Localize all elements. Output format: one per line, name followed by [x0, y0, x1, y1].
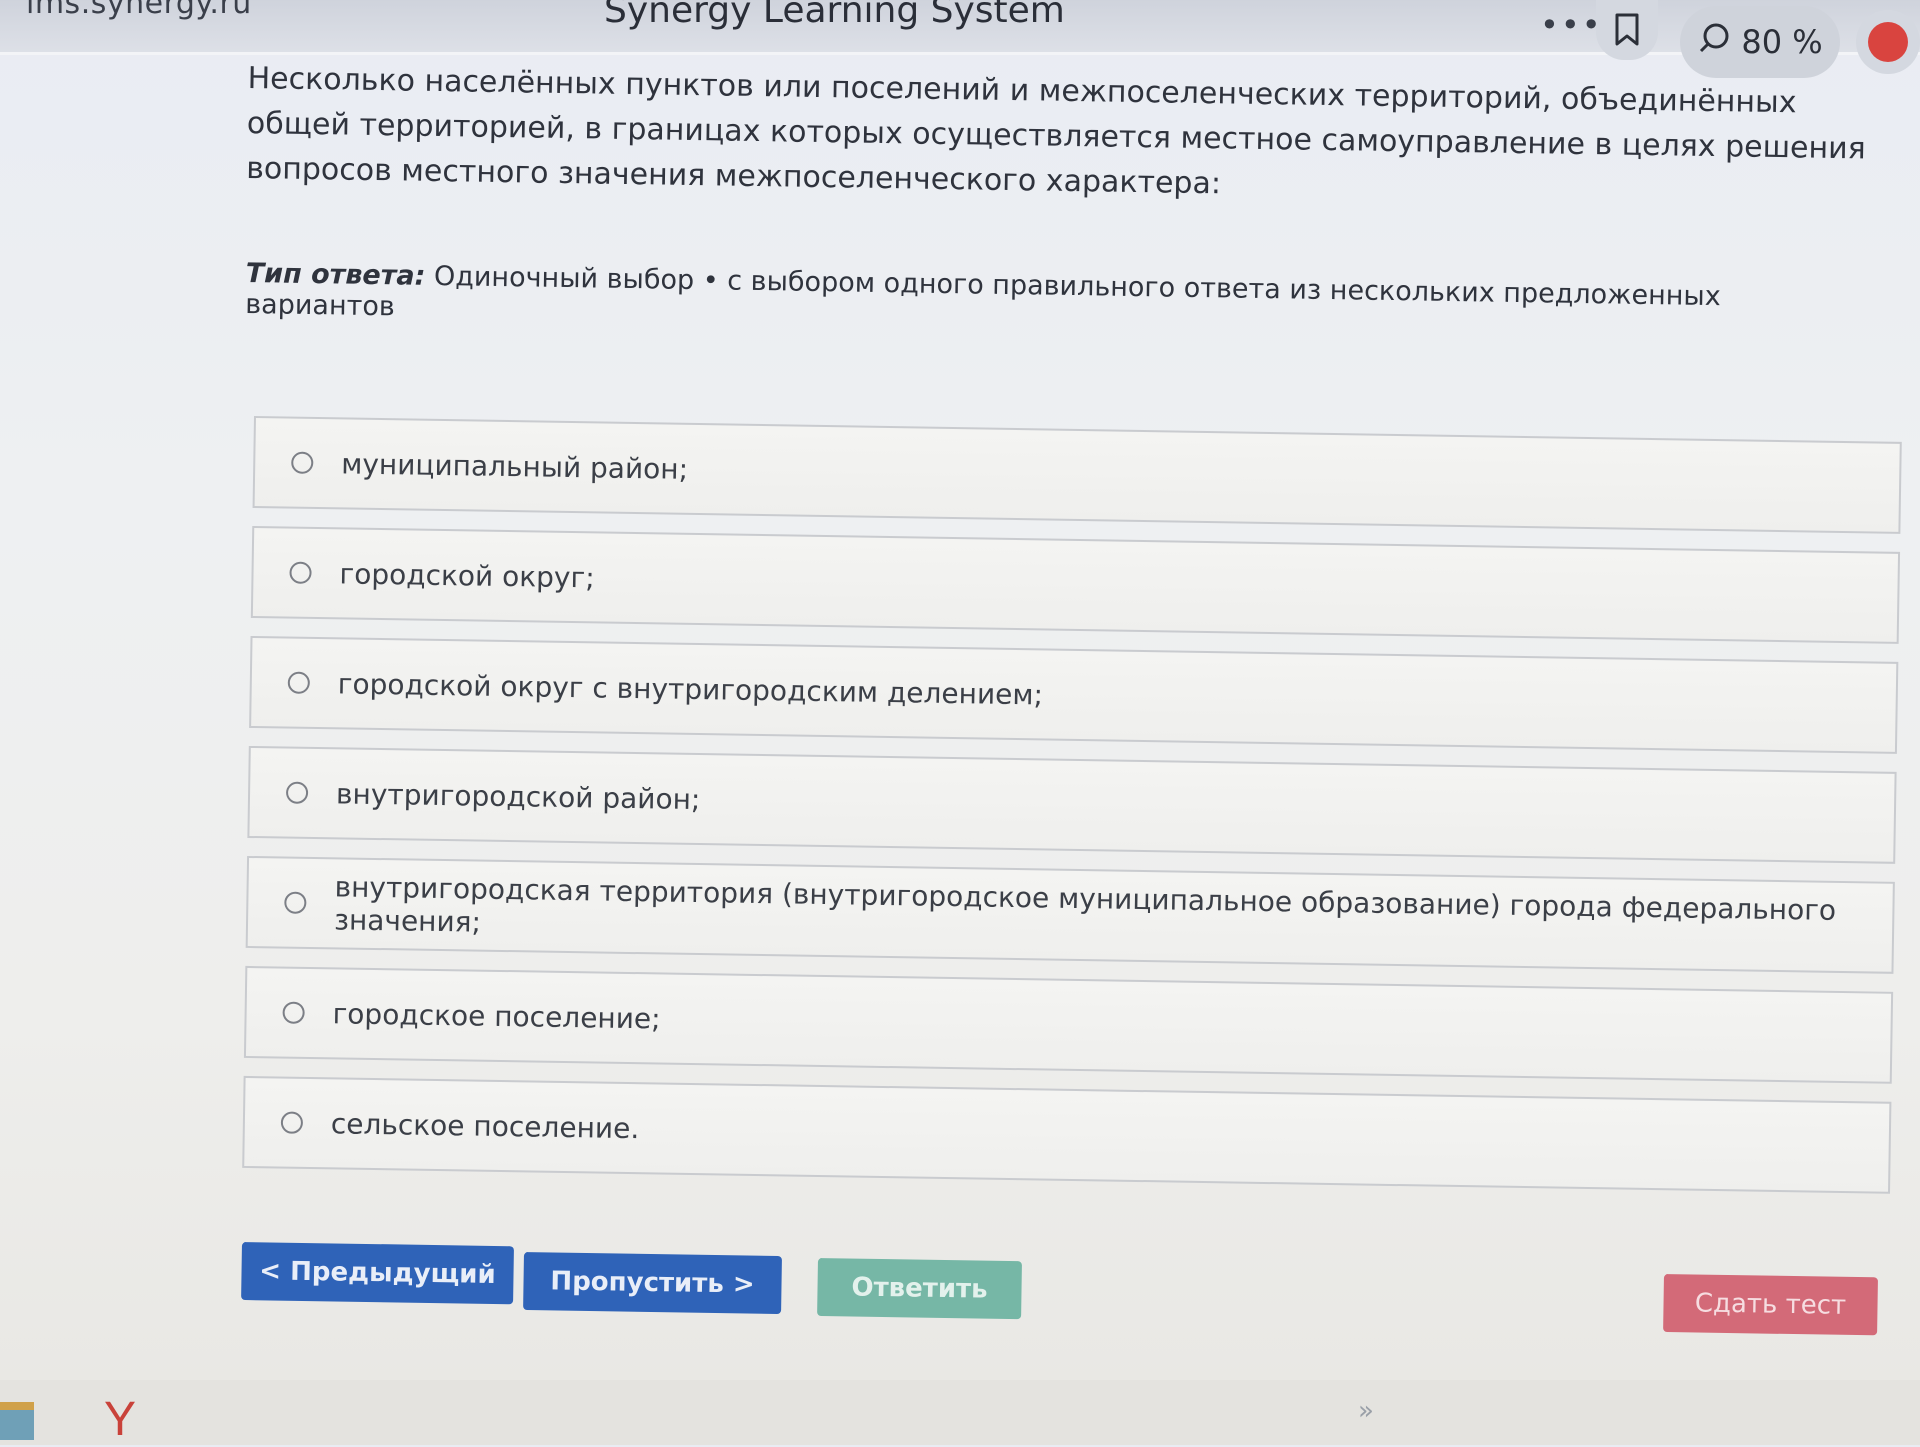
option-7[interactable]: сельское поселение.: [242, 1075, 1892, 1194]
chevron-right-icon[interactable]: »: [1358, 1396, 1374, 1426]
option-2[interactable]: городской округ;: [250, 525, 1901, 644]
option-label: городской округ;: [339, 556, 595, 594]
question-text: Несколько населённых пунктов или поселен…: [245, 60, 1866, 202]
yandex-browser-icon[interactable]: Y: [104, 1392, 136, 1447]
address-bar-url[interactable]: lms.synergy.ru: [26, 0, 252, 21]
answer-type: Тип ответа: Одиночный выбор • с выбором …: [245, 258, 1866, 345]
taskbar: Y »: [0, 1380, 1920, 1447]
file-manager-icon[interactable]: [0, 1402, 34, 1440]
answer-type-label: Тип ответа:: [245, 258, 426, 292]
radio-button[interactable]: [287, 671, 310, 694]
option-6[interactable]: городское поселение;: [243, 965, 1894, 1084]
skip-button[interactable]: Пропустить >: [523, 1252, 782, 1315]
radio-button[interactable]: [280, 1111, 304, 1134]
page-tab-title: Synergy Learning System: [604, 0, 1065, 31]
option-4[interactable]: внутригородской район;: [247, 745, 1897, 864]
radio-button[interactable]: [291, 451, 314, 474]
option-label: городское поселение;: [332, 996, 661, 1035]
zoom-control[interactable]: 80 %: [1680, 6, 1840, 78]
radio-button[interactable]: [282, 1001, 305, 1024]
option-label: сельское поселение.: [330, 1106, 640, 1145]
chat-icon: [1697, 21, 1731, 63]
radio-button[interactable]: [289, 561, 312, 584]
option-5[interactable]: внутригородская территория (внутригородс…: [245, 855, 1895, 974]
radio-button[interactable]: [285, 781, 309, 804]
more-icon[interactable]: •••: [1540, 6, 1603, 44]
submit-test-button[interactable]: Сдать тест: [1663, 1274, 1878, 1336]
option-label: внутригородская территория (внутригородс…: [333, 870, 1837, 939]
browser-topbar: lms.synergy.ru Synergy Learning System •…: [0, 0, 1920, 78]
option-label: городской округ с внутригородским делени…: [337, 666, 1044, 711]
zoom-level: 80 %: [1741, 23, 1823, 61]
record-button[interactable]: [1856, 10, 1920, 74]
prev-button[interactable]: < Предыдущий: [241, 1242, 514, 1305]
answer-button[interactable]: Ответить: [817, 1258, 1022, 1320]
option-label: внутригородской район;: [335, 776, 701, 816]
bookmark-icon[interactable]: [1596, 0, 1658, 60]
answer-type-value: Одиночный выбор • с выбором одного прави…: [245, 260, 1721, 323]
option-3[interactable]: городской округ с внутригородским делени…: [249, 635, 1899, 754]
record-icon: [1868, 22, 1908, 62]
radio-button[interactable]: [284, 891, 307, 914]
option-1[interactable]: муниципальный район;: [252, 416, 1902, 534]
answer-options: муниципальный район; городской округ; го…: [242, 416, 1902, 1212]
option-label: муниципальный район;: [341, 446, 689, 486]
